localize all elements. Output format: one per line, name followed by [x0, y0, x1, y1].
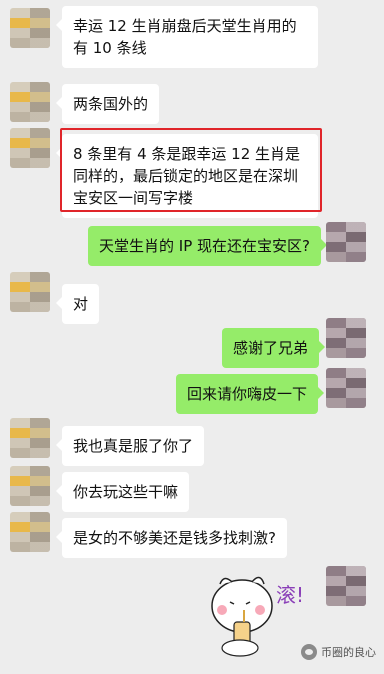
- contact-avatar[interactable]: [10, 8, 50, 48]
- contact-avatar[interactable]: [10, 272, 50, 312]
- contact-avatar[interactable]: [10, 418, 50, 458]
- message-bubble-incoming[interactable]: 是女的不够美还是钱多找刺激?: [56, 518, 287, 558]
- message-text: 我也真是服了你了: [73, 437, 194, 455]
- message-bubble-incoming[interactable]: 两条国外的: [55, 84, 160, 124]
- watermark-text: 币圈的良心: [321, 646, 376, 659]
- message-bubble-incoming[interactable]: 幸运 12 生肖崩盘后天堂生肖用的有 10 条线: [56, 6, 318, 68]
- message-text: 两条国外的: [73, 95, 149, 113]
- message-bubble-incoming[interactable]: 我也真是服了你了: [55, 426, 205, 466]
- message-bubble-outgoing[interactable]: 回来请你嗨皮一下: [176, 374, 325, 414]
- message-text: 回来请你嗨皮一下: [187, 385, 308, 403]
- message-bubble-outgoing[interactable]: 感谢了兄弟: [222, 328, 326, 368]
- contact-avatar[interactable]: [10, 128, 50, 168]
- message-text: 是女的不够美还是钱多找刺激?: [73, 529, 276, 547]
- message-text: 对: [73, 295, 89, 313]
- my-avatar[interactable]: [326, 566, 366, 606]
- message-text: 天堂生肖的 IP 现在还在宝安区?: [99, 237, 310, 255]
- watermark: 币圈的良心: [301, 644, 376, 660]
- contact-avatar[interactable]: [10, 512, 50, 552]
- sticker-image[interactable]: 滚!: [200, 560, 310, 660]
- sticker-text: 滚!: [276, 583, 304, 607]
- my-avatar[interactable]: [326, 222, 366, 262]
- wechat-icon: [301, 644, 317, 660]
- contact-avatar[interactable]: [10, 466, 50, 506]
- my-avatar[interactable]: [326, 368, 366, 408]
- chat-window: 幸运 12 生肖崩盘后天堂生肖用的有 10 条线 两条国外的 8 条里有 4 条…: [0, 0, 384, 674]
- message-bubble-incoming[interactable]: 对: [55, 284, 100, 324]
- red-highlight-box: [60, 128, 322, 212]
- message-bubble-incoming[interactable]: 你去玩这些干嘛: [55, 472, 190, 512]
- my-avatar[interactable]: [326, 318, 366, 358]
- contact-avatar[interactable]: [10, 82, 50, 122]
- message-text: 幸运 12 生肖崩盘后天堂生肖用的有 10 条线: [73, 17, 297, 57]
- message-text: 你去玩这些干嘛: [73, 483, 179, 501]
- message-bubble-outgoing[interactable]: 天堂生肖的 IP 现在还在宝安区?: [88, 226, 327, 266]
- message-text: 感谢了兄弟: [233, 339, 309, 357]
